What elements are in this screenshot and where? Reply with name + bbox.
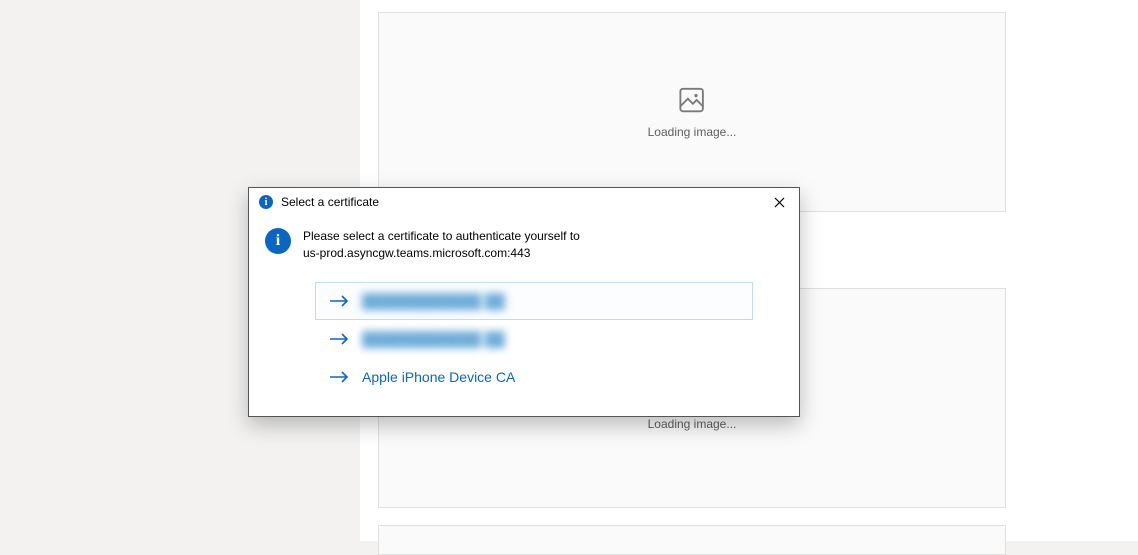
image-placeholder: Loading image... <box>648 85 737 139</box>
close-button[interactable] <box>769 192 789 212</box>
arrow-right-icon <box>330 294 350 308</box>
dialog-title: Select a certificate <box>281 195 769 209</box>
dialog-message: Please select a certificate to authentic… <box>303 228 580 262</box>
image-loading-card <box>378 525 1006 555</box>
certificate-item[interactable]: ████████████ ██ <box>315 320 753 358</box>
certificate-list: ████████████ ██ ████████████ ██ Apple iP… <box>265 282 783 396</box>
dialog-titlebar: i Select a certificate <box>249 188 799 216</box>
dialog-body: i Please select a certificate to authent… <box>249 216 799 416</box>
loading-text: Loading image... <box>648 417 737 431</box>
arrow-right-icon <box>330 332 350 346</box>
image-loading-card: Loading image... <box>378 12 1006 212</box>
loading-text: Loading image... <box>648 125 737 139</box>
certificate-item[interactable]: ████████████ ██ <box>315 282 753 320</box>
dialog-message-row: i Please select a certificate to authent… <box>265 228 783 262</box>
info-icon: i <box>259 195 273 209</box>
info-icon: i <box>265 228 291 254</box>
certificate-dialog: i Select a certificate i Please select a… <box>248 187 800 417</box>
certificate-label: ████████████ ██ <box>362 331 505 347</box>
image-icon <box>677 85 707 115</box>
close-icon <box>774 197 785 208</box>
arrow-right-icon <box>330 370 350 384</box>
certificate-label: Apple iPhone Device CA <box>362 369 515 385</box>
certificate-label: ████████████ ██ <box>362 293 505 309</box>
certificate-item[interactable]: Apple iPhone Device CA <box>315 358 753 396</box>
